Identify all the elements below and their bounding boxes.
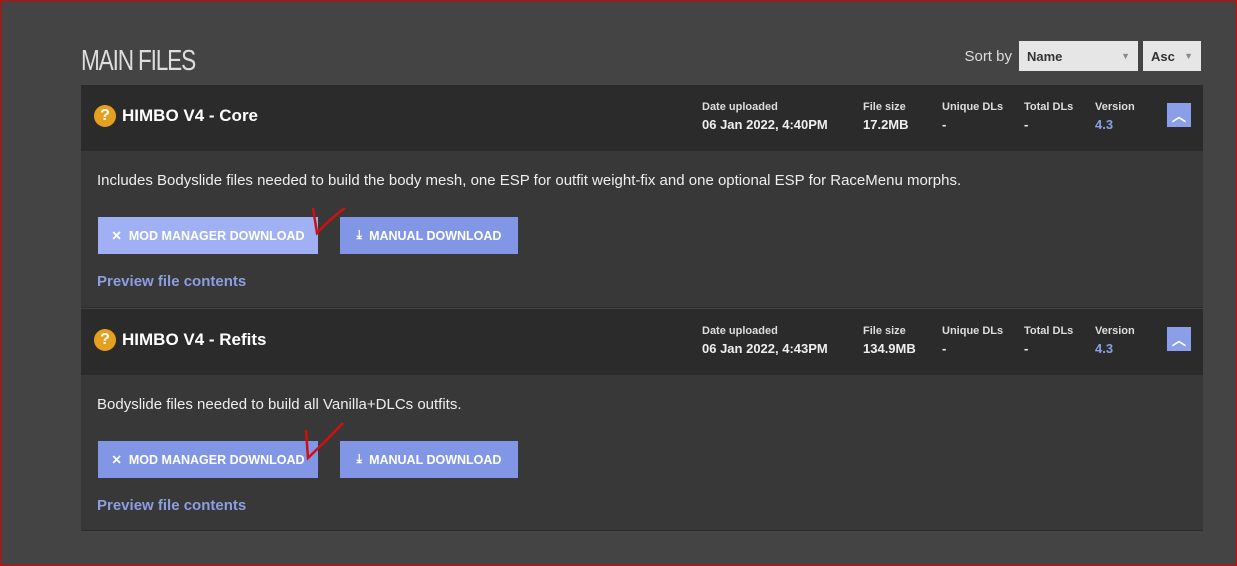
label: MOD MANAGER DOWNLOAD xyxy=(128,228,305,243)
sort-field-value: Name xyxy=(1027,48,1063,64)
file-header: ? HIMBO V4 - Refits Date uploaded 06 Jan … xyxy=(81,309,1203,375)
value: - xyxy=(1024,341,1029,356)
sort-field-select[interactable]: Name ▼ xyxy=(1019,41,1138,71)
total-dls: Total DLs - xyxy=(1024,101,1073,132)
value: - xyxy=(942,117,947,132)
mod-manager-icon: ✕ xyxy=(111,453,122,467)
label: Date uploaded xyxy=(702,101,778,113)
value: 06 Jan 2022, 4:40PM xyxy=(702,117,828,132)
file-size: File size 134.9MB xyxy=(863,325,916,356)
file-description: Includes Bodyslide files needed to build… xyxy=(97,172,962,189)
label: Date uploaded xyxy=(702,325,778,337)
file-body: Includes Bodyslide files needed to build… xyxy=(81,151,1203,308)
mod-manager-download-button[interactable]: ✕ MOD MANAGER DOWNLOAD xyxy=(98,217,318,254)
file-item: ? HIMBO V4 - Refits Date uploaded 06 Jan … xyxy=(81,309,1203,531)
file-size: File size 17.2MB xyxy=(863,101,909,132)
sort-label: Sort by xyxy=(964,47,1012,65)
file-name: HIMBO V4 - Core xyxy=(122,106,259,125)
value: 4.3 xyxy=(1095,341,1114,356)
date-uploaded: Date uploaded 06 Jan 2022, 4:40PM xyxy=(702,101,828,132)
label: Unique DLs xyxy=(942,101,1004,113)
file-body: Bodyslide files needed to build all Vani… xyxy=(81,375,1203,531)
label: Total DLs xyxy=(1024,101,1074,113)
sort-order-value: Asc xyxy=(1151,48,1175,64)
file-description: Bodyslide files needed to build all Vani… xyxy=(97,396,462,413)
label: MANUAL DOWNLOAD xyxy=(369,452,502,467)
mod-manager-download-button[interactable]: ✕ MOD MANAGER DOWNLOAD xyxy=(98,441,318,478)
file-name: HIMBO V4 - Refits xyxy=(122,330,267,349)
chevron-up-icon: ︿ xyxy=(1172,108,1186,124)
mod-manager-icon: ✕ xyxy=(111,229,122,243)
total-dls: Total DLs - xyxy=(1024,325,1073,356)
preview-file-contents-link[interactable]: Preview file contents xyxy=(97,273,246,290)
question-icon: ? xyxy=(94,329,116,351)
label: File size xyxy=(863,325,906,337)
value: 17.2MB xyxy=(863,117,909,132)
preview-file-contents-link[interactable]: Preview file contents xyxy=(97,497,246,514)
label: File size xyxy=(863,101,906,113)
page-title: MAIN FILES xyxy=(81,45,196,77)
label: Total DLs xyxy=(1024,325,1074,337)
label: Version xyxy=(1095,101,1135,113)
value: - xyxy=(1024,117,1029,132)
date-uploaded: Date uploaded 06 Jan 2022, 4:43PM xyxy=(702,325,828,356)
download-icon: ⤓ xyxy=(356,228,363,242)
version: Version 4.3 xyxy=(1095,325,1135,356)
chevron-up-icon: ︿ xyxy=(1172,332,1186,348)
label: MANUAL DOWNLOAD xyxy=(369,228,502,243)
value: 06 Jan 2022, 4:43PM xyxy=(702,341,828,356)
value: 134.9MB xyxy=(863,341,916,356)
version: Version 4.3 xyxy=(1095,101,1135,132)
unique-dls: Unique DLs - xyxy=(942,101,1003,132)
chevron-down-icon: ▼ xyxy=(1121,51,1130,61)
file-item: ? HIMBO V4 - Core Date uploaded 06 Jan 20… xyxy=(81,85,1203,308)
label: Version xyxy=(1095,325,1135,337)
value: - xyxy=(942,341,947,356)
collapse-button[interactable]: ︿ xyxy=(1167,327,1191,351)
value: 4.3 xyxy=(1095,117,1114,132)
label: Unique DLs xyxy=(942,325,1004,337)
file-header: ? HIMBO V4 - Core Date uploaded 06 Jan 20… xyxy=(81,85,1203,151)
collapse-button[interactable]: ︿ xyxy=(1167,103,1191,127)
unique-dls: Unique DLs - xyxy=(942,325,1003,356)
sort-order-select[interactable]: Asc ▼ xyxy=(1143,41,1201,71)
manual-download-button[interactable]: ⤓ MANUAL DOWNLOAD xyxy=(340,217,518,254)
sort-controls: Sort by Name ▼ Asc ▼ xyxy=(964,41,1201,71)
question-icon: ? xyxy=(94,105,116,127)
download-icon: ⤓ xyxy=(356,452,363,466)
label: MOD MANAGER DOWNLOAD xyxy=(128,452,305,467)
chevron-down-icon: ▼ xyxy=(1184,51,1193,61)
manual-download-button[interactable]: ⤓ MANUAL DOWNLOAD xyxy=(340,441,518,478)
